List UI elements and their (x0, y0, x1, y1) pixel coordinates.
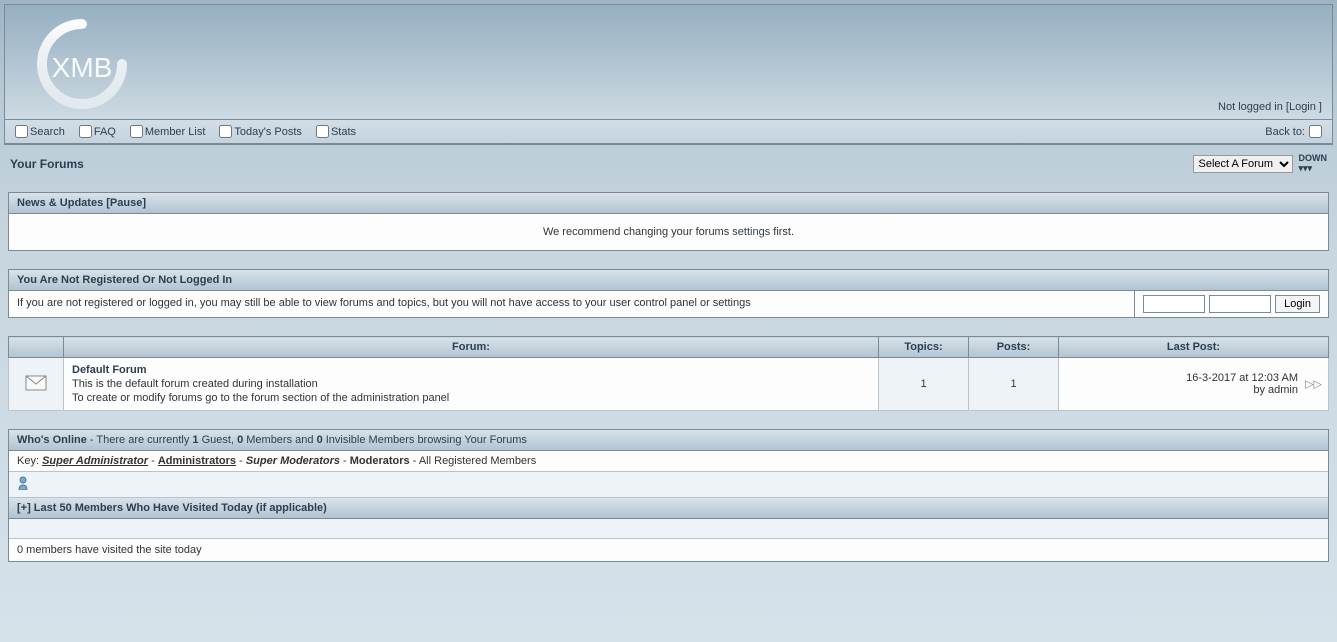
nav-stats[interactable]: Stats (316, 125, 356, 138)
svg-text:XMB: XMB (52, 52, 113, 83)
login-link[interactable]: Login (1289, 101, 1316, 113)
nav-search[interactable]: Search (15, 125, 65, 138)
nav-member-list[interactable]: Member List (130, 125, 206, 138)
last50-header[interactable]: [+] Last 50 Members Who Have Visited Tod… (9, 498, 1328, 519)
empty-row (9, 519, 1328, 539)
back-to-label: Back to: (1265, 126, 1305, 138)
forum-desc2: To create or modify forums go to the for… (72, 392, 870, 404)
visited-row: 0 members have visited the site today (9, 539, 1328, 561)
nav-faq-checkbox[interactable] (79, 125, 92, 138)
online-users-row (9, 472, 1328, 498)
nav-faq[interactable]: FAQ (79, 125, 116, 138)
navbar: Search FAQ Member List Today's Posts Sta… (5, 120, 1332, 144)
page-title: Your Forums (10, 157, 84, 171)
nav-memberlist-checkbox[interactable] (130, 125, 143, 138)
forum-name: Default Forum (72, 364, 870, 376)
nav-todays-checkbox[interactable] (219, 125, 232, 138)
username-input[interactable] (1143, 295, 1205, 313)
lastpost-by: by admin (1067, 384, 1298, 396)
key-admin: Administrators (158, 455, 236, 467)
whos-online-header: Who's Online - There are currently 1 Gue… (9, 430, 1328, 451)
envelope-icon (25, 382, 47, 394)
forum-table: Forum: Topics: Posts: Last Post: Default… (8, 336, 1329, 411)
th-forum: Forum: (64, 337, 879, 358)
news-header: News & Updates [Pause] (9, 193, 1328, 214)
header-banner: XMB Not logged in [Login ] (5, 5, 1332, 120)
posts-count: 1 (969, 358, 1059, 411)
login-button[interactable]: Login (1275, 295, 1320, 313)
login-panel: You Are Not Registered Or Not Logged In … (8, 269, 1329, 318)
whos-online-panel: Who's Online - There are currently 1 Gue… (8, 429, 1329, 562)
forum-desc1: This is the default forum created during… (72, 378, 870, 390)
goto-lastpost-icon[interactable]: ▷▷ (1305, 378, 1322, 391)
th-topics: Topics: (879, 337, 969, 358)
forum-icon-cell (9, 358, 64, 411)
news-panel: News & Updates [Pause] We recommend chan… (8, 192, 1329, 251)
forum-select[interactable]: Select A Forum (1193, 155, 1293, 173)
login-status: Not logged in [Login ] (1218, 101, 1322, 113)
pause-link[interactable]: Pause (110, 197, 142, 209)
th-lastpost: Last Post: (1059, 337, 1329, 358)
th-icon (9, 337, 64, 358)
forum-cell[interactable]: Default Forum This is the default forum … (64, 358, 879, 411)
news-body: We recommend changing your forums settin… (9, 214, 1328, 250)
table-row: Default Forum This is the default forum … (9, 358, 1329, 411)
th-posts: Posts: (969, 337, 1059, 358)
password-input[interactable] (1209, 295, 1271, 313)
key-mod: Moderators (350, 455, 410, 467)
whos-online-title: Who's Online (17, 434, 87, 446)
nav-stats-checkbox[interactable] (316, 125, 329, 138)
back-to: Back to: (1265, 125, 1322, 138)
nav-search-checkbox[interactable] (15, 125, 28, 138)
settings-link[interactable]: settings (732, 226, 770, 238)
topics-count: 1 (879, 358, 969, 411)
login-message: If you are not registered or logged in, … (9, 291, 1135, 317)
login-panel-header: You Are Not Registered Or Not Logged In (8, 269, 1329, 290)
down-icon[interactable]: DOWN▾▾▾ (1299, 153, 1328, 174)
key-super-admin: Super Administrator (42, 455, 148, 467)
login-status-suffix: ] (1316, 101, 1322, 113)
nav-todays-posts[interactable]: Today's Posts (219, 125, 302, 138)
login-form: Login (1135, 291, 1328, 317)
xmb-logo: XMB (27, 19, 137, 112)
lastpost-cell: 16-3-2017 at 12:03 AM by admin ▷▷ (1059, 358, 1329, 411)
lastpost-date: 16-3-2017 at 12:03 AM (1067, 372, 1298, 384)
key-smod: Super Moderators (246, 455, 340, 467)
back-to-checkbox[interactable] (1309, 125, 1322, 138)
login-status-prefix: Not logged in [ (1218, 101, 1289, 113)
user-icon (17, 476, 29, 490)
key-row: Key: Super Administrator - Administrator… (9, 451, 1328, 472)
